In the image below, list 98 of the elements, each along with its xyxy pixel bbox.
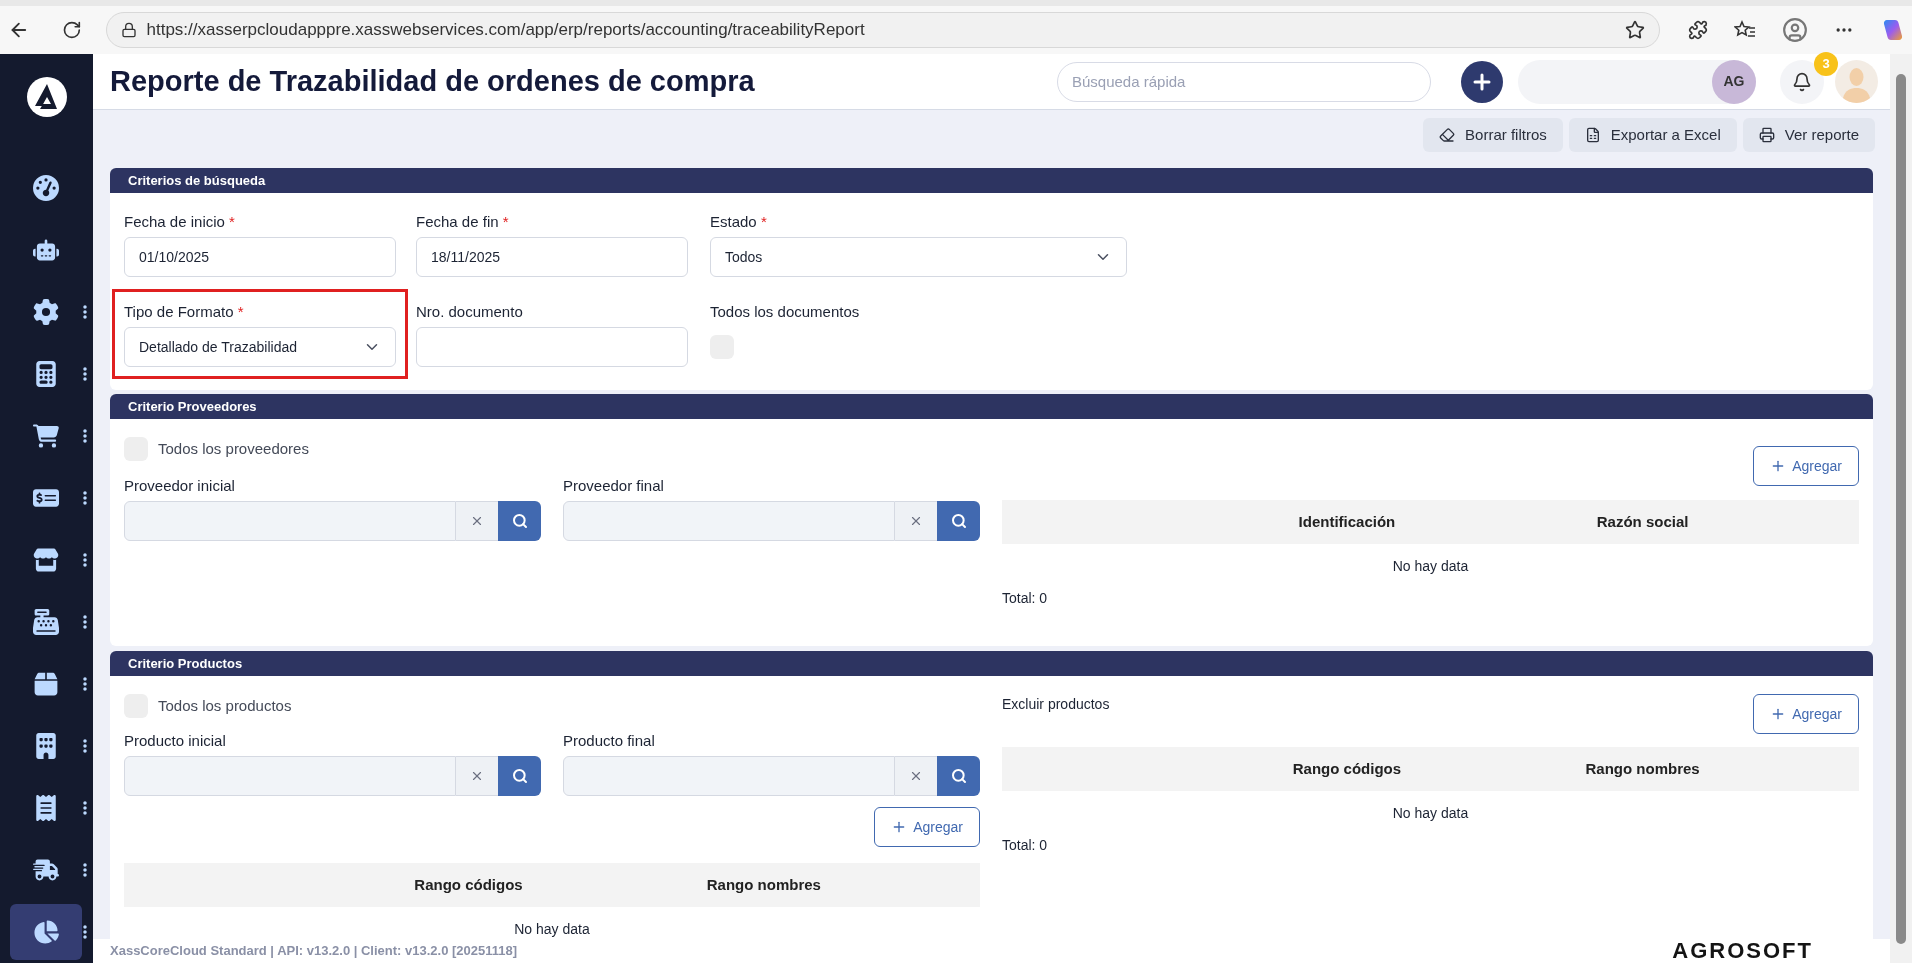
add-button[interactable]: Agregar [1753, 694, 1859, 734]
field-label: Producto final [563, 731, 656, 751]
cash-register-icon [33, 609, 59, 635]
search-icon [950, 768, 967, 784]
close-icon [470, 769, 484, 783]
lookup-field[interactable] [563, 756, 895, 796]
column-header: Identificación [1297, 511, 1397, 532]
text-field[interactable]: 18/11/2025 [416, 237, 688, 277]
printer-icon [1758, 127, 1775, 143]
notifications-button[interactable] [1780, 59, 1824, 104]
toolbar-button[interactable]: Borrar filtros [1423, 118, 1563, 152]
nav-item[interactable] [10, 904, 82, 960]
field-label: Fecha de fin * [416, 212, 510, 232]
menu-dots-icon[interactable] [80, 428, 90, 444]
select-field[interactable]: Detallado de Trazabilidad [124, 327, 396, 367]
column-header: Rango códigos [413, 874, 524, 895]
section-header: Criterio Proveedores [110, 394, 1873, 419]
menu-dots-icon[interactable] [80, 490, 90, 506]
store-icon [33, 547, 59, 573]
section-label: Excluir productos [1002, 695, 1110, 714]
logo-icon [25, 76, 68, 118]
box-icon [33, 671, 59, 697]
field-label: Proveedor final [563, 476, 665, 496]
select-field[interactable]: Todos [710, 237, 1127, 277]
field-label: Tipo de Formato * [124, 302, 245, 322]
field-label: Producto inicial [124, 731, 227, 751]
search-icon [950, 513, 967, 529]
add-button[interactable]: Agregar [874, 807, 980, 847]
checkbox-label: Todos los productos [158, 695, 292, 716]
version-info: XassCoreCloud Standard | API: v13.2.0 | Client: v13.2.0 [20251118] [110, 942, 518, 961]
search-button[interactable] [498, 756, 541, 796]
search-icon [511, 513, 528, 529]
lookup-field[interactable] [124, 501, 456, 541]
checkbox-label: Todos los proveedores [158, 438, 309, 459]
section-header: Criterio Productos [110, 651, 1873, 676]
settings-icon [33, 299, 59, 325]
menu-dots-icon[interactable] [80, 304, 90, 320]
column-header: Razón social [1595, 511, 1690, 532]
gauge-icon [33, 175, 59, 201]
close-icon [909, 769, 923, 783]
column-header: Rango nombres [1584, 758, 1701, 779]
menu-dots-icon[interactable] [80, 862, 90, 878]
search-button[interactable] [937, 756, 980, 796]
menu-dots-icon[interactable] [80, 924, 90, 940]
close-icon [909, 514, 923, 528]
menu-dots-icon[interactable] [80, 366, 90, 382]
refresh-icon[interactable] [61, 20, 82, 40]
toolbar-button[interactable]: Exportar a Excel [1568, 118, 1737, 152]
user-pill[interactable]: AG [1518, 59, 1756, 104]
toolbar-button[interactable]: Ver reporte [1742, 118, 1875, 152]
building-icon [33, 733, 59, 759]
text-field[interactable]: 01/10/2025 [124, 237, 396, 277]
section-header: Criterios de búsqueda [110, 168, 1873, 193]
lock-icon [120, 22, 137, 38]
menu-dots-icon[interactable] [80, 738, 90, 754]
total-count: Total: 0 [1002, 589, 1048, 608]
truck-icon [33, 857, 59, 883]
bell-icon [1792, 71, 1812, 92]
lookup-field[interactable] [563, 501, 895, 541]
spreadsheet-icon [1584, 127, 1601, 143]
add-button[interactable] [1461, 60, 1503, 103]
column-header: Rango códigos [1291, 758, 1403, 779]
favorites-icon[interactable] [1734, 20, 1756, 40]
search-field[interactable]: Búsqueda rápida [1057, 61, 1431, 102]
page-title: Reporte de Trazabilidad de ordenes de compra [110, 63, 755, 99]
field-label: Estado * [710, 212, 768, 232]
total-count: Total: 0 [1002, 836, 1048, 855]
lookup-field[interactable] [124, 756, 456, 796]
eraser-icon [1439, 127, 1456, 143]
menu-dots-icon[interactable] [80, 676, 90, 692]
search-button[interactable] [498, 501, 541, 541]
column-header: Rango nombres [705, 874, 822, 895]
robot-icon [33, 237, 59, 263]
add-button[interactable]: Agregar [1753, 446, 1859, 486]
pie-chart-icon [33, 919, 59, 945]
receipt-icon [33, 795, 59, 821]
brand-logo: AGROSOFT [1672, 940, 1813, 962]
text-field[interactable] [416, 327, 688, 367]
close-icon [470, 514, 484, 528]
calculator-icon [33, 361, 59, 387]
field-label: Fecha de inicio * [124, 212, 236, 232]
empty-message: No hay data [1392, 803, 1469, 823]
empty-message: No hay data [1392, 556, 1469, 576]
profile-icon[interactable] [1782, 17, 1808, 43]
scrollbar[interactable] [1890, 54, 1912, 963]
address-bar[interactable]: https://xasserpcloudapppre.xasswebservices.com/app/erp/reports/accounting/traceabilityReport [105, 12, 1660, 48]
search-button[interactable] [937, 501, 980, 541]
field-label: Todos los documentos [710, 302, 860, 322]
empty-message: No hay data [514, 919, 590, 939]
menu-dots-icon[interactable] [80, 614, 90, 630]
field-label: Nro. documento [416, 302, 524, 322]
extensions-icon[interactable] [1688, 20, 1708, 40]
menu-dots-icon[interactable] [80, 800, 90, 816]
field-label: Proveedor inicial [124, 476, 236, 496]
menu-dots-icon[interactable] [80, 552, 90, 568]
search-icon [511, 768, 528, 784]
star-icon[interactable] [1625, 20, 1645, 40]
cart-icon [33, 423, 59, 449]
